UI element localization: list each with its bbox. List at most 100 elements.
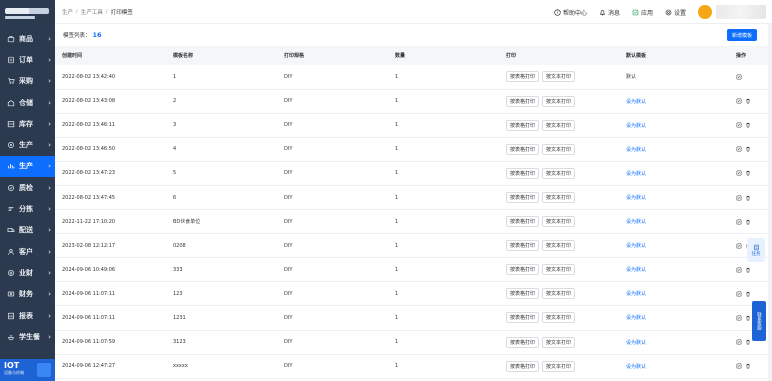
print-by-text-button[interactable]: 按文本打印 [542,143,576,155]
delete-icon[interactable] [745,146,751,152]
sidebar-item-5[interactable]: 生产 › [0,134,55,155]
set-default-link[interactable]: 设为默认 [626,315,646,321]
edit-icon[interactable] [736,339,742,345]
sidebar-item-14[interactable]: 学生餐 › [0,326,55,347]
edit-icon[interactable] [736,74,742,80]
edit-icon[interactable] [736,122,742,128]
sidebar-item-9[interactable]: 配送 › [0,220,55,241]
print-by-text-button[interactable]: 按文本打印 [542,288,576,300]
print-by-table-button[interactable]: 按表格打印 [506,360,540,372]
print-by-table-button[interactable]: 按表格打印 [506,288,540,300]
print-by-table-button[interactable]: 按表格打印 [506,71,540,83]
set-default-link[interactable]: 设为默认 [626,291,646,297]
edit-icon[interactable] [736,315,742,321]
help-label: 帮助中心 [562,9,587,17]
print-by-text-button[interactable]: 按文本打印 [542,240,576,252]
customer-service-button[interactable]: 联系客服 [752,301,766,341]
sidebar-item-4[interactable]: 库存 › [0,113,55,134]
set-default-link[interactable]: 设为默认 [626,267,646,273]
sidebar-item-1[interactable]: 订单 › [0,49,55,70]
breadcrumb-item[interactable]: 生产 [62,8,73,16]
delete-icon[interactable] [745,291,751,297]
app-logo[interactable] [0,0,55,28]
set-default-link[interactable]: 设为默认 [626,243,646,249]
user-info-blurred[interactable] [716,5,766,19]
edit-icon[interactable] [736,98,742,104]
edit-icon[interactable] [736,291,742,297]
chevron-right-icon: › [48,332,51,341]
settings-link[interactable]: 设置 [665,8,686,17]
edit-icon[interactable] [736,243,742,249]
print-by-text-button[interactable]: 按文本打印 [542,312,576,324]
print-by-text-button[interactable]: 按文本打印 [542,119,576,131]
chevron-right-icon: › [48,247,51,256]
print-by-text-button[interactable]: 按文本打印 [542,167,576,179]
help-center-link[interactable]: ? 帮助中心 [554,8,587,17]
print-by-text-button[interactable]: 按文本打印 [542,192,576,204]
delete-icon[interactable] [745,339,751,345]
edit-icon[interactable] [736,146,742,152]
delete-icon[interactable] [745,98,751,104]
cell-created-time: 2023-02-08 12:12:17 [55,233,166,259]
set-default-link[interactable]: 设为默认 [626,123,646,129]
edit-icon[interactable] [736,219,742,225]
sidebar-item-13[interactable]: 报表 › [0,305,55,326]
set-default-link[interactable]: 设为默认 [626,219,646,225]
set-default-link[interactable]: 设为默认 [626,147,646,153]
sidebar-item-12[interactable]: 财务 › [0,284,55,305]
cell-quantity: 1 [388,257,499,283]
sidebar-item-7[interactable]: 质检 › [0,177,55,198]
print-by-text-button[interactable]: 按文本打印 [542,336,576,348]
edit-icon[interactable] [736,267,742,273]
new-template-button[interactable]: 新增模板 [726,29,757,41]
set-default-link[interactable]: 设为默认 [626,364,646,370]
delete-icon[interactable] [745,315,751,321]
sidebar-item-3[interactable]: 仓储 › [0,92,55,113]
page-scrollbar[interactable] [768,24,772,381]
edit-icon[interactable] [736,363,742,369]
print-by-table-button[interactable]: 按表格打印 [506,143,540,155]
delete-icon[interactable] [745,195,751,201]
print-by-table-button[interactable]: 按表格打印 [506,240,540,252]
messages-link[interactable]: 消息 [599,8,620,17]
print-by-text-button[interactable]: 按文本打印 [542,216,576,228]
print-by-table-button[interactable]: 按表格打印 [506,192,540,204]
print-by-table-button[interactable]: 按表格打印 [506,216,540,228]
sidebar-item-8[interactable]: 分拣 › [0,198,55,219]
settings-label: 设置 [673,9,686,17]
set-default-link[interactable]: 设为默认 [626,195,646,201]
sidebar-item-2[interactable]: 采购 › [0,71,55,92]
chevron-right-icon: › [48,77,51,86]
set-default-link[interactable]: 设为默认 [626,340,646,346]
sidebar-item-11[interactable]: 业财 › [0,262,55,283]
task-float-button[interactable]: 任务 [747,238,765,262]
print-by-table-button[interactable]: 按表格打印 [506,312,540,324]
print-by-text-button[interactable]: 按文本打印 [542,71,576,83]
iot-banner[interactable]: IOT 设备与终端 [0,359,55,381]
print-by-text-button[interactable]: 按文本打印 [542,264,576,276]
print-by-table-button[interactable]: 按表格打印 [506,167,540,179]
print-by-table-button[interactable]: 按表格打印 [506,336,540,348]
print-by-table-button[interactable]: 按表格打印 [506,119,540,131]
delete-icon[interactable] [745,122,751,128]
print-by-text-button[interactable]: 按文本打印 [542,360,576,372]
print-by-table-button[interactable]: 按表格打印 [506,95,540,107]
delete-icon[interactable] [745,219,751,225]
sidebar-item-10[interactable]: 客户 › [0,241,55,262]
delete-icon[interactable] [745,363,751,369]
breadcrumb-item[interactable]: 生产工具 [81,8,103,16]
edit-icon[interactable] [736,195,742,201]
set-default-link[interactable]: 设为默认 [626,99,646,105]
print-by-table-button[interactable]: 按表格打印 [506,264,540,276]
delete-icon[interactable] [745,170,751,176]
edit-icon[interactable] [736,170,742,176]
sidebar-item-6[interactable]: 生产 › [0,155,55,178]
cell-template-name: 1 [166,65,277,90]
sidebar-item-0[interactable]: 商品 › [0,28,55,49]
cell-actions [729,209,768,235]
print-by-text-button[interactable]: 按文本打印 [542,95,576,107]
delete-icon[interactable] [745,267,751,273]
set-default-link[interactable]: 设为默认 [626,171,646,177]
avatar[interactable] [698,5,712,19]
apps-link[interactable]: 应用 [632,8,653,17]
